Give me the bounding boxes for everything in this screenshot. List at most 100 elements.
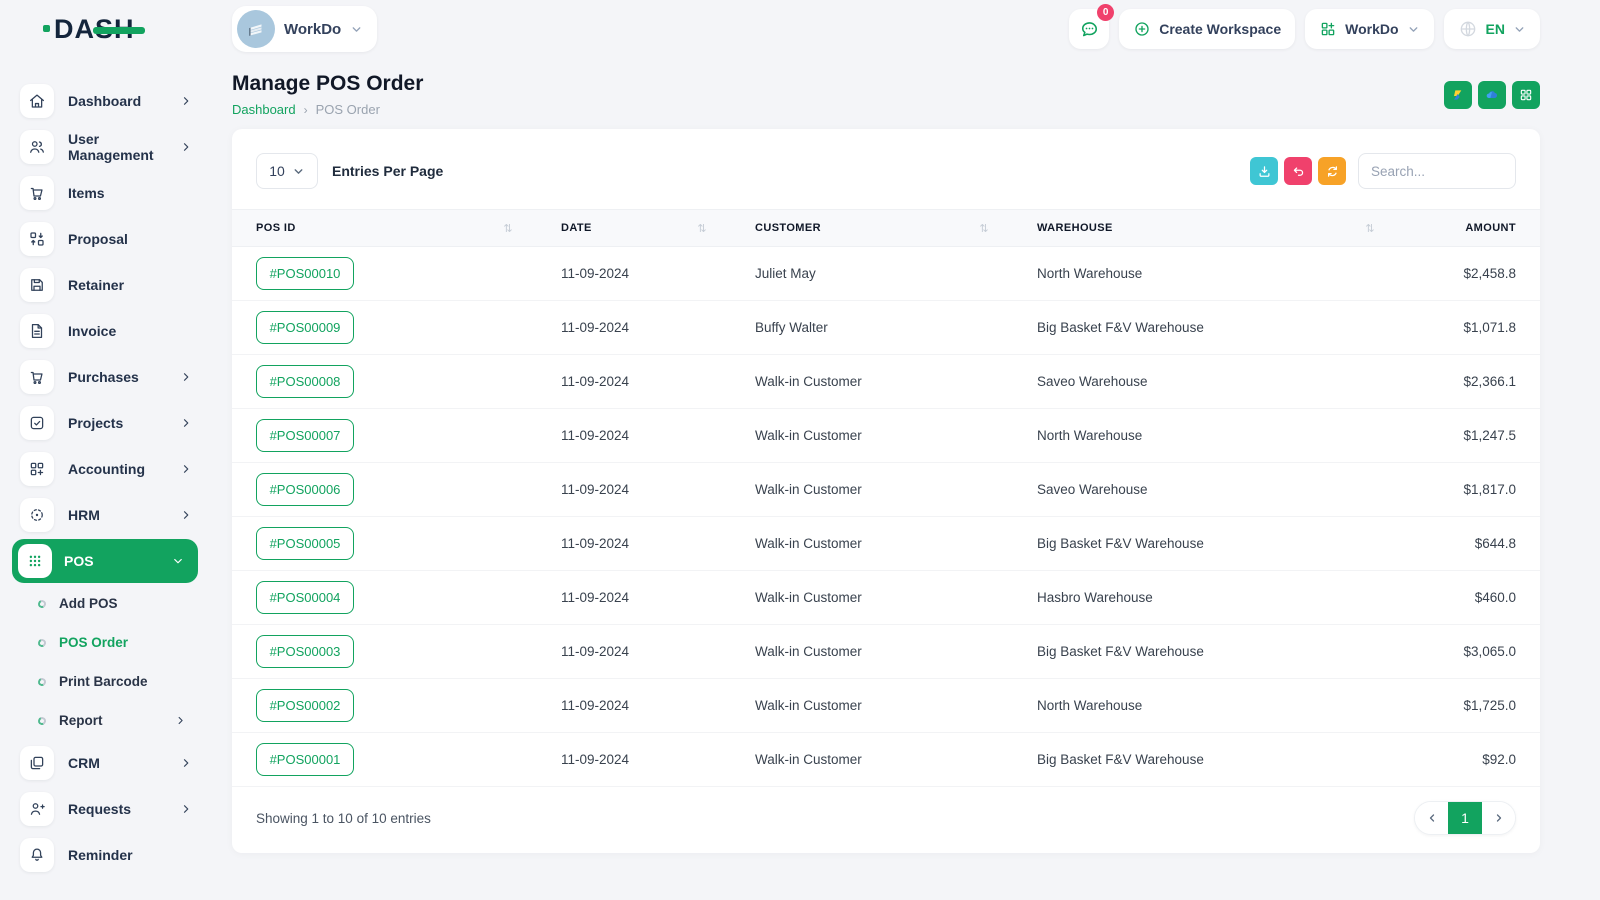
- app-window: DASH WorkDo: [0, 0, 1600, 900]
- entries-per-page-select[interactable]: 10: [256, 153, 318, 189]
- sidebar-item-dashboard[interactable]: Dashboard: [0, 78, 210, 124]
- sidebar-item-label: Reminder: [68, 847, 133, 863]
- sidebar-subitem-add-pos[interactable]: Add POS: [0, 584, 210, 623]
- chat-icon: [1081, 21, 1097, 36]
- apps-grid-button[interactable]: [1512, 80, 1540, 109]
- pos-id-badge[interactable]: #POS00004: [256, 581, 354, 614]
- date-cell: 11-09-2024: [537, 732, 731, 787]
- cart-icon: [20, 360, 54, 394]
- pagination-current-page[interactable]: 1: [1448, 802, 1482, 834]
- customer-cell: Juliet May: [731, 246, 1013, 301]
- col-header-warehouse[interactable]: WAREHOUSE ⇅: [1013, 209, 1399, 247]
- layers-icon: [20, 746, 54, 780]
- breadcrumb-dashboard-link[interactable]: Dashboard: [232, 102, 296, 117]
- workdo-menu-button[interactable]: WorkDo: [1305, 9, 1434, 49]
- grid-plus-icon: [20, 452, 54, 486]
- sidebar-subitem-pos-order[interactable]: POS Order: [0, 623, 210, 662]
- sidebar-item-projects[interactable]: Projects: [0, 400, 210, 446]
- chevron-right-icon: [180, 757, 192, 769]
- workspace-switcher[interactable]: WorkDo: [232, 6, 378, 52]
- sidebar-item-pos[interactable]: POS: [12, 539, 198, 583]
- chevron-right-icon: [1496, 814, 1501, 822]
- pos-id-badge[interactable]: #POS00009: [256, 311, 354, 344]
- pos-id-badge[interactable]: #POS00002: [256, 689, 354, 722]
- pagination-prev-button[interactable]: [1415, 802, 1448, 834]
- col-header-pos-id[interactable]: POS ID ⇅: [232, 209, 537, 247]
- chevron-right-icon: [180, 141, 192, 153]
- pos-id-badge[interactable]: #POS00003: [256, 635, 354, 668]
- language-label: EN: [1485, 21, 1505, 37]
- col-header-amount[interactable]: AMOUNT: [1399, 209, 1540, 247]
- messages-badge: 0: [1097, 4, 1115, 21]
- amount-cell: $1,071.8: [1399, 300, 1540, 355]
- workdo-menu-label: WorkDo: [1345, 21, 1399, 37]
- cart-icon: [20, 176, 54, 210]
- create-workspace-button[interactable]: Create Workspace: [1119, 9, 1296, 49]
- sidebar-item-label: Retainer: [68, 277, 125, 293]
- pos-id-badge[interactable]: #POS00006: [256, 473, 354, 506]
- pos-id-badge[interactable]: #POS00010: [256, 257, 354, 290]
- warehouse-cell: North Warehouse: [1013, 246, 1399, 301]
- chevron-right-icon: [180, 803, 192, 815]
- amount-cell: $2,458.8: [1399, 246, 1540, 301]
- sidebar-subitem-print-barcode[interactable]: Print Barcode: [0, 662, 210, 701]
- amount-cell: $92.0: [1399, 732, 1540, 787]
- pos-id-badge[interactable]: #POS00005: [256, 527, 354, 560]
- table-row: #POS00005 11-09-2024 Walk-in Customer Bi…: [232, 516, 1540, 571]
- sidebar-item-label: Projects: [68, 415, 124, 431]
- bullet-icon: [36, 598, 48, 609]
- pagination-next-button[interactable]: [1482, 802, 1515, 834]
- sidebar-item-invoice[interactable]: Invoice: [0, 308, 210, 354]
- date-cell: 11-09-2024: [537, 624, 731, 679]
- save-icon: [20, 268, 54, 302]
- sidebar-item-retainer[interactable]: Retainer: [0, 262, 210, 308]
- sidebar-item-items[interactable]: Items: [0, 170, 210, 216]
- pos-id-badge[interactable]: #POS00007: [256, 419, 354, 452]
- table-row: #POS00010 11-09-2024 Juliet May North Wa…: [232, 246, 1540, 301]
- search-input[interactable]: [1358, 153, 1516, 189]
- export-download-button[interactable]: [1250, 157, 1278, 185]
- sidebar-subitem-report[interactable]: Report: [0, 701, 210, 740]
- reset-undo-button[interactable]: [1284, 157, 1312, 185]
- workspace-name: WorkDo: [284, 20, 342, 38]
- apps-grid-icon: [1520, 89, 1532, 100]
- warehouse-cell: Hasbro Warehouse: [1013, 570, 1399, 625]
- sidebar-item-reminder[interactable]: Reminder: [0, 832, 210, 878]
- sidebar-item-label: User Management: [68, 131, 154, 163]
- entries-per-page-value: 10: [269, 163, 285, 179]
- plus-circle-icon: [1135, 22, 1149, 36]
- messages-button[interactable]: 0: [1069, 4, 1115, 49]
- col-header-customer[interactable]: CUSTOMER ⇅: [731, 209, 1013, 247]
- sidebar-item-purchases[interactable]: Purchases: [0, 354, 210, 400]
- sidebar-item-crm[interactable]: CRM: [0, 740, 210, 786]
- google-drive-button[interactable]: [1444, 80, 1472, 109]
- onedrive-button[interactable]: [1478, 80, 1506, 109]
- amount-cell: $460.0: [1399, 570, 1540, 625]
- sidebar-item-hrm[interactable]: HRM: [0, 492, 210, 538]
- sidebar-subitem-label: Print Barcode: [59, 674, 148, 689]
- chevron-right-icon: [175, 715, 186, 726]
- date-cell: 11-09-2024: [537, 246, 731, 301]
- pos-id-badge[interactable]: #POS00001: [256, 743, 354, 776]
- table-row: #POS00004 11-09-2024 Walk-in Customer Ha…: [232, 570, 1540, 625]
- amount-cell: $2,366.1: [1399, 354, 1540, 409]
- chevron-down-icon: [1407, 23, 1420, 36]
- table-row: #POS00002 11-09-2024 Walk-in Customer No…: [232, 678, 1540, 733]
- file-icon: [20, 314, 54, 348]
- pos-id-badge[interactable]: #POS00008: [256, 365, 354, 398]
- topbar: WorkDo 0 Create Workspace WorkDo EN: [210, 0, 1600, 58]
- breadcrumb: Dashboard › POS Order: [232, 102, 423, 117]
- refresh-button[interactable]: [1318, 157, 1346, 185]
- sidebar-item-requests[interactable]: Requests: [0, 786, 210, 832]
- col-header-date[interactable]: DATE ⇅: [537, 209, 731, 247]
- chevron-right-icon: [180, 463, 192, 475]
- table-row: #POS00009 11-09-2024 Buffy Walter Big Ba…: [232, 300, 1540, 355]
- target-icon: [20, 498, 54, 532]
- breadcrumb-current: POS Order: [315, 102, 380, 117]
- sidebar-item-label: Items: [68, 185, 105, 201]
- sidebar-item-accounting[interactable]: Accounting: [0, 446, 210, 492]
- bullet-icon: [36, 676, 48, 687]
- language-selector[interactable]: EN: [1443, 9, 1540, 49]
- sidebar-item-proposal[interactable]: Proposal: [0, 216, 210, 262]
- sidebar-item-user-management[interactable]: User Management: [0, 124, 210, 170]
